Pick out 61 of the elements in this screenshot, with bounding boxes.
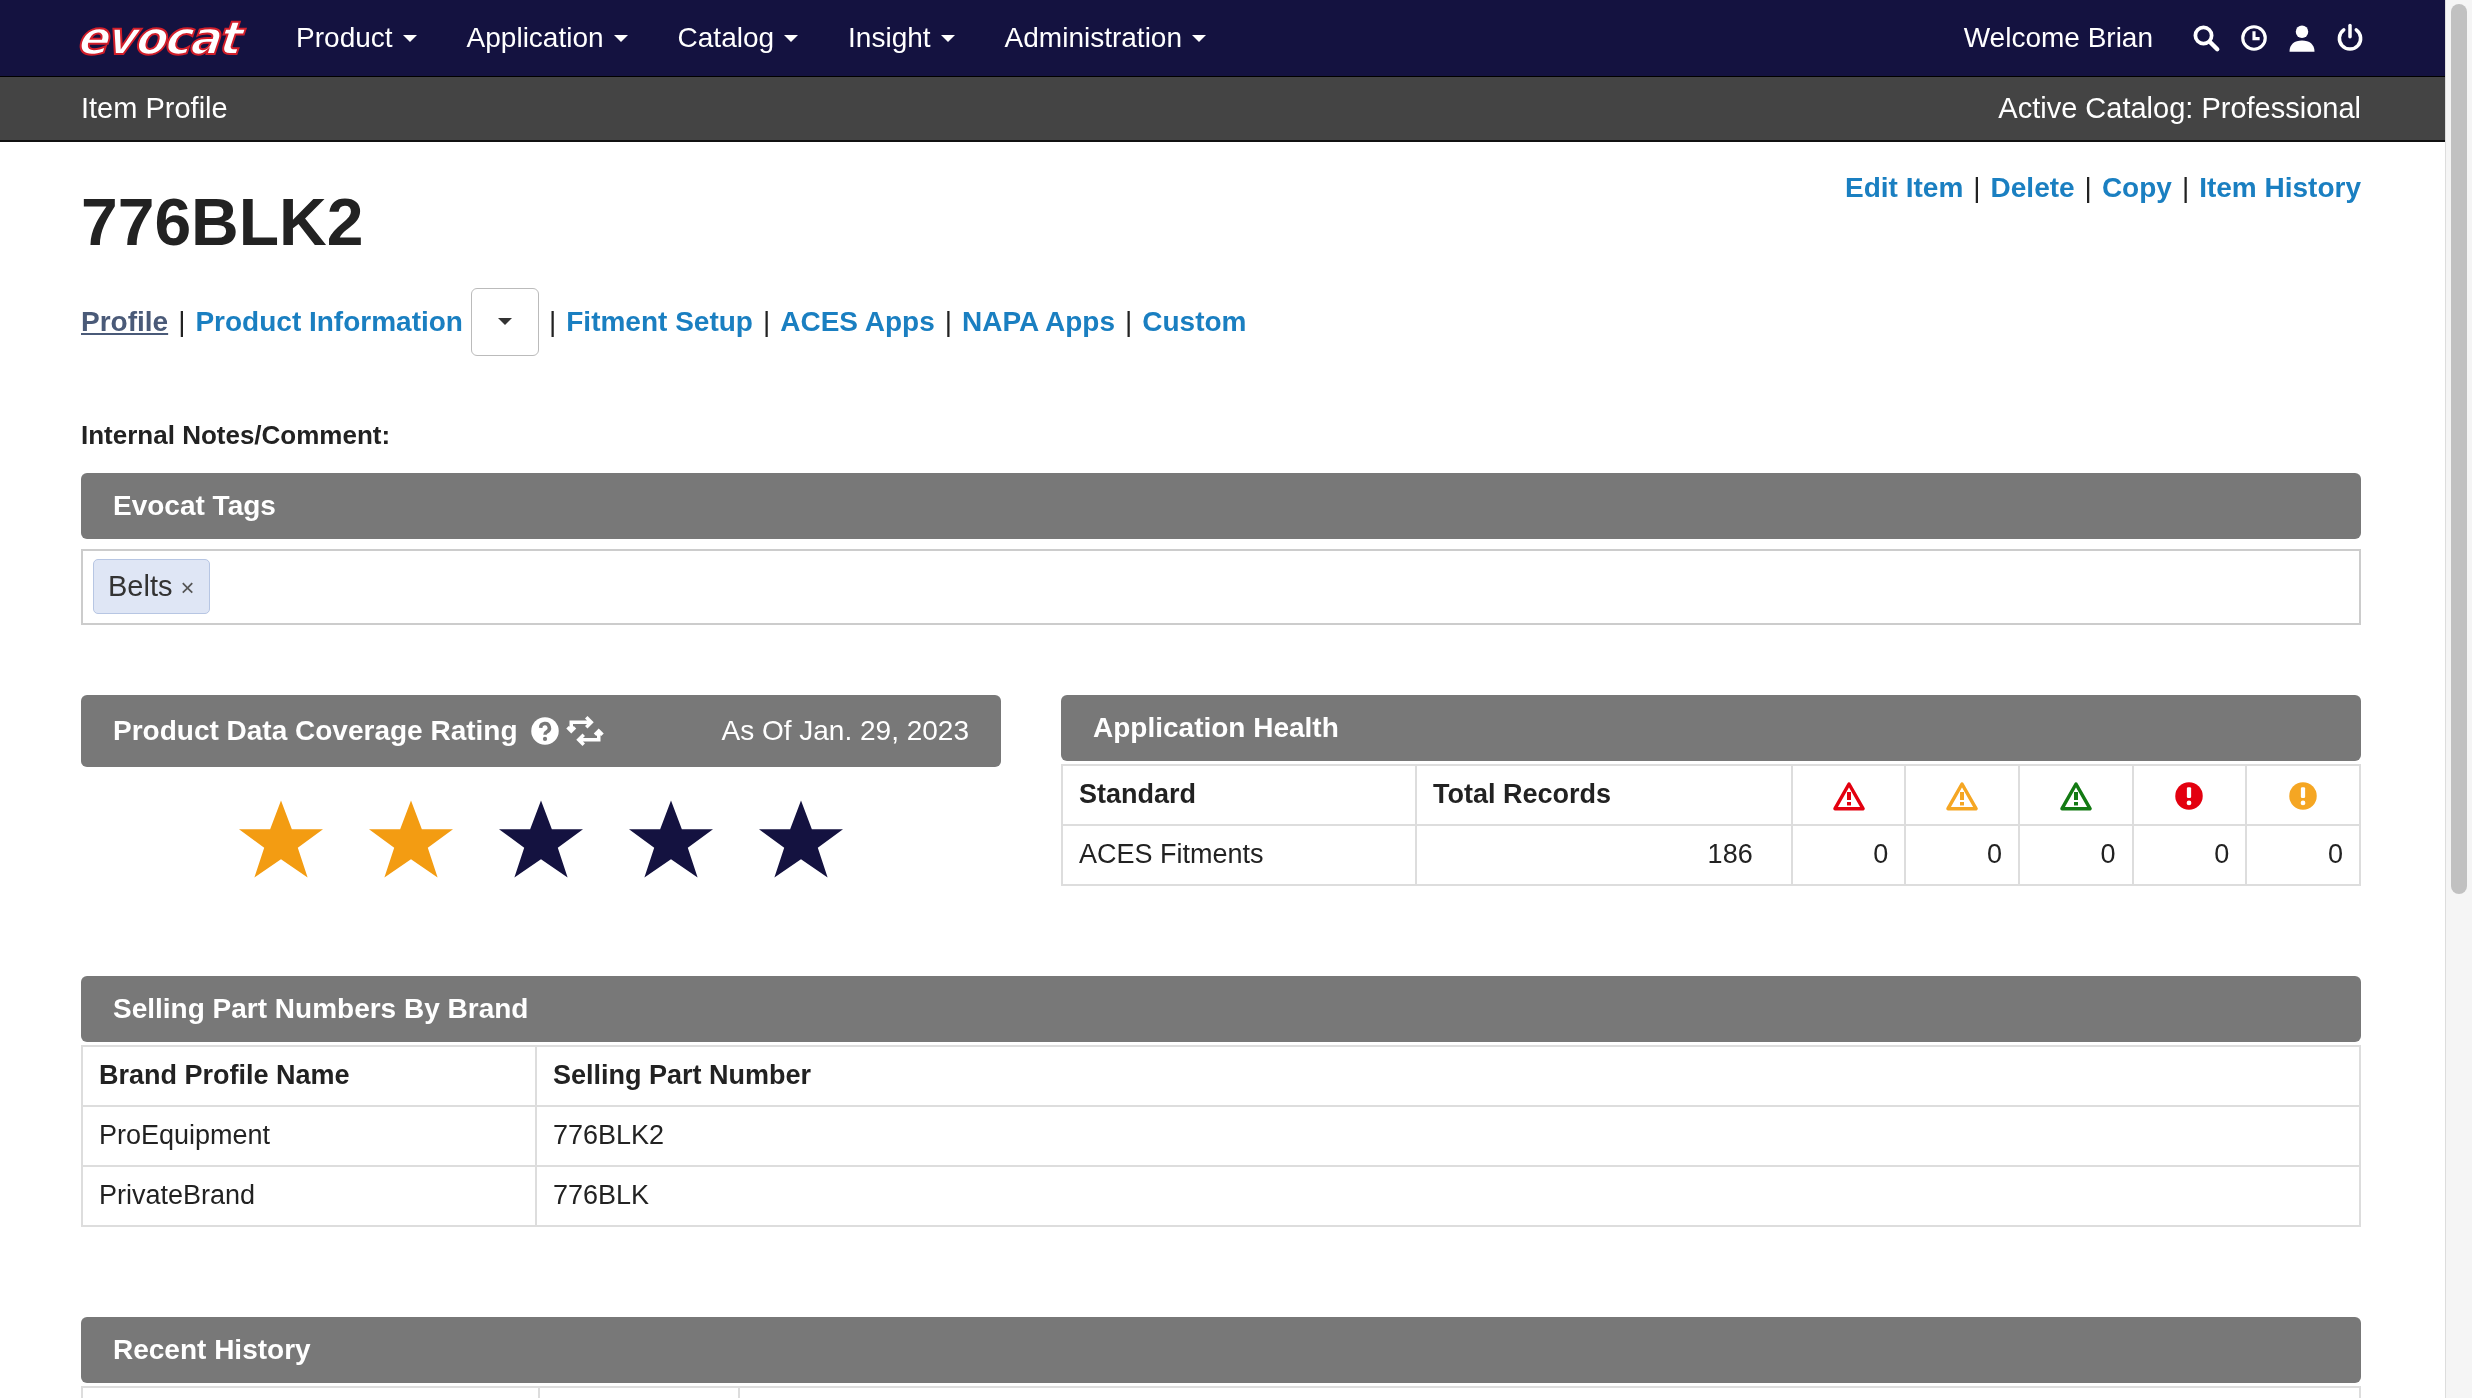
- action-link[interactable]: Edit Item: [1845, 172, 1964, 204]
- scrollbar-thumb[interactable]: [2451, 4, 2467, 894]
- welcome-text: Welcome Brian: [1963, 22, 2153, 54]
- table-cell: 0: [1791, 824, 1906, 885]
- item-title: 776BLK2: [81, 184, 364, 261]
- table-cell: 186: [1416, 824, 1792, 885]
- tab-link[interactable]: Fitment Setup: [566, 305, 753, 338]
- separator: |: [944, 305, 953, 338]
- tab-link[interactable]: Product Information: [195, 305, 463, 338]
- action-link[interactable]: Item History: [2199, 172, 2361, 204]
- separator: |: [1125, 305, 1133, 338]
- column-header: Standard: [1062, 764, 1417, 825]
- panel-title: Recent History: [113, 1333, 311, 1366]
- active-catalog-text: Active Catalog: Professional: [1998, 92, 2361, 125]
- table-cell: ProEquipment: [82, 1105, 536, 1166]
- column-header: Total Records: [1416, 764, 1792, 825]
- nav-menu[interactable]: Application: [466, 22, 628, 54]
- panel-title: Evocat Tags: [113, 489, 276, 522]
- column-header: Brand Profile Name: [82, 1045, 536, 1106]
- table-cell: 0: [2019, 824, 2133, 885]
- tab-link[interactable]: NAPA Apps: [962, 305, 1115, 338]
- search-icon[interactable]: [2191, 23, 2221, 53]
- tab-link[interactable]: Custom: [1142, 305, 1247, 338]
- separator: |: [178, 305, 186, 338]
- as-of-date: As Of Jan. 29, 2023: [721, 714, 969, 747]
- tag-chip: Belts ×: [93, 559, 210, 615]
- clock-icon[interactable]: [2239, 23, 2269, 53]
- user-icon[interactable]: [2287, 23, 2317, 53]
- table-cell: 0: [1905, 824, 2019, 885]
- logo[interactable]: evocat: [76, 15, 245, 61]
- table-cell: 776BLK: [536, 1165, 2360, 1226]
- scrollbar[interactable]: [2445, 0, 2472, 1398]
- table-cell: PrivateBrand: [82, 1165, 536, 1226]
- separator: |: [2181, 172, 2190, 204]
- notes-label: Internal Notes/Comment:: [81, 419, 392, 451]
- nav-menu[interactable]: Insight: [848, 22, 955, 54]
- panel-title: Application Health: [1093, 711, 1339, 744]
- refresh-icon[interactable]: [565, 715, 604, 746]
- separator: |: [1973, 172, 1981, 204]
- panel-title: Selling Part Numbers By Brand: [113, 992, 529, 1025]
- remove-tag-button[interactable]: ×: [180, 574, 195, 602]
- action-link[interactable]: Delete: [1990, 172, 2075, 204]
- action-link[interactable]: Copy: [2101, 172, 2172, 204]
- table-cell: 0: [2132, 824, 2247, 885]
- tab-link[interactable]: Profile: [81, 305, 169, 338]
- separator: |: [548, 305, 557, 338]
- power-icon[interactable]: [2335, 23, 2365, 53]
- tags-field[interactable]: Belts ×: [81, 548, 2361, 625]
- tab-link[interactable]: ACES Apps: [780, 305, 935, 338]
- table-cell: ACES Fitments: [1062, 824, 1417, 885]
- separator: |: [762, 305, 771, 338]
- nav-menu[interactable]: Catalog: [677, 22, 799, 54]
- page-title: Item Profile: [81, 92, 228, 125]
- table-cell: 776BLK2: [536, 1105, 2360, 1166]
- help-icon[interactable]: [529, 715, 560, 746]
- nav-menu[interactable]: Administration: [1004, 22, 1206, 54]
- separator: |: [2084, 172, 2092, 204]
- table-cell: 0: [2246, 824, 2360, 885]
- column-header: Selling Part Number: [536, 1045, 2360, 1106]
- panel-title: Product Data Coverage Rating: [113, 714, 518, 747]
- nav-menu[interactable]: Product: [296, 22, 417, 54]
